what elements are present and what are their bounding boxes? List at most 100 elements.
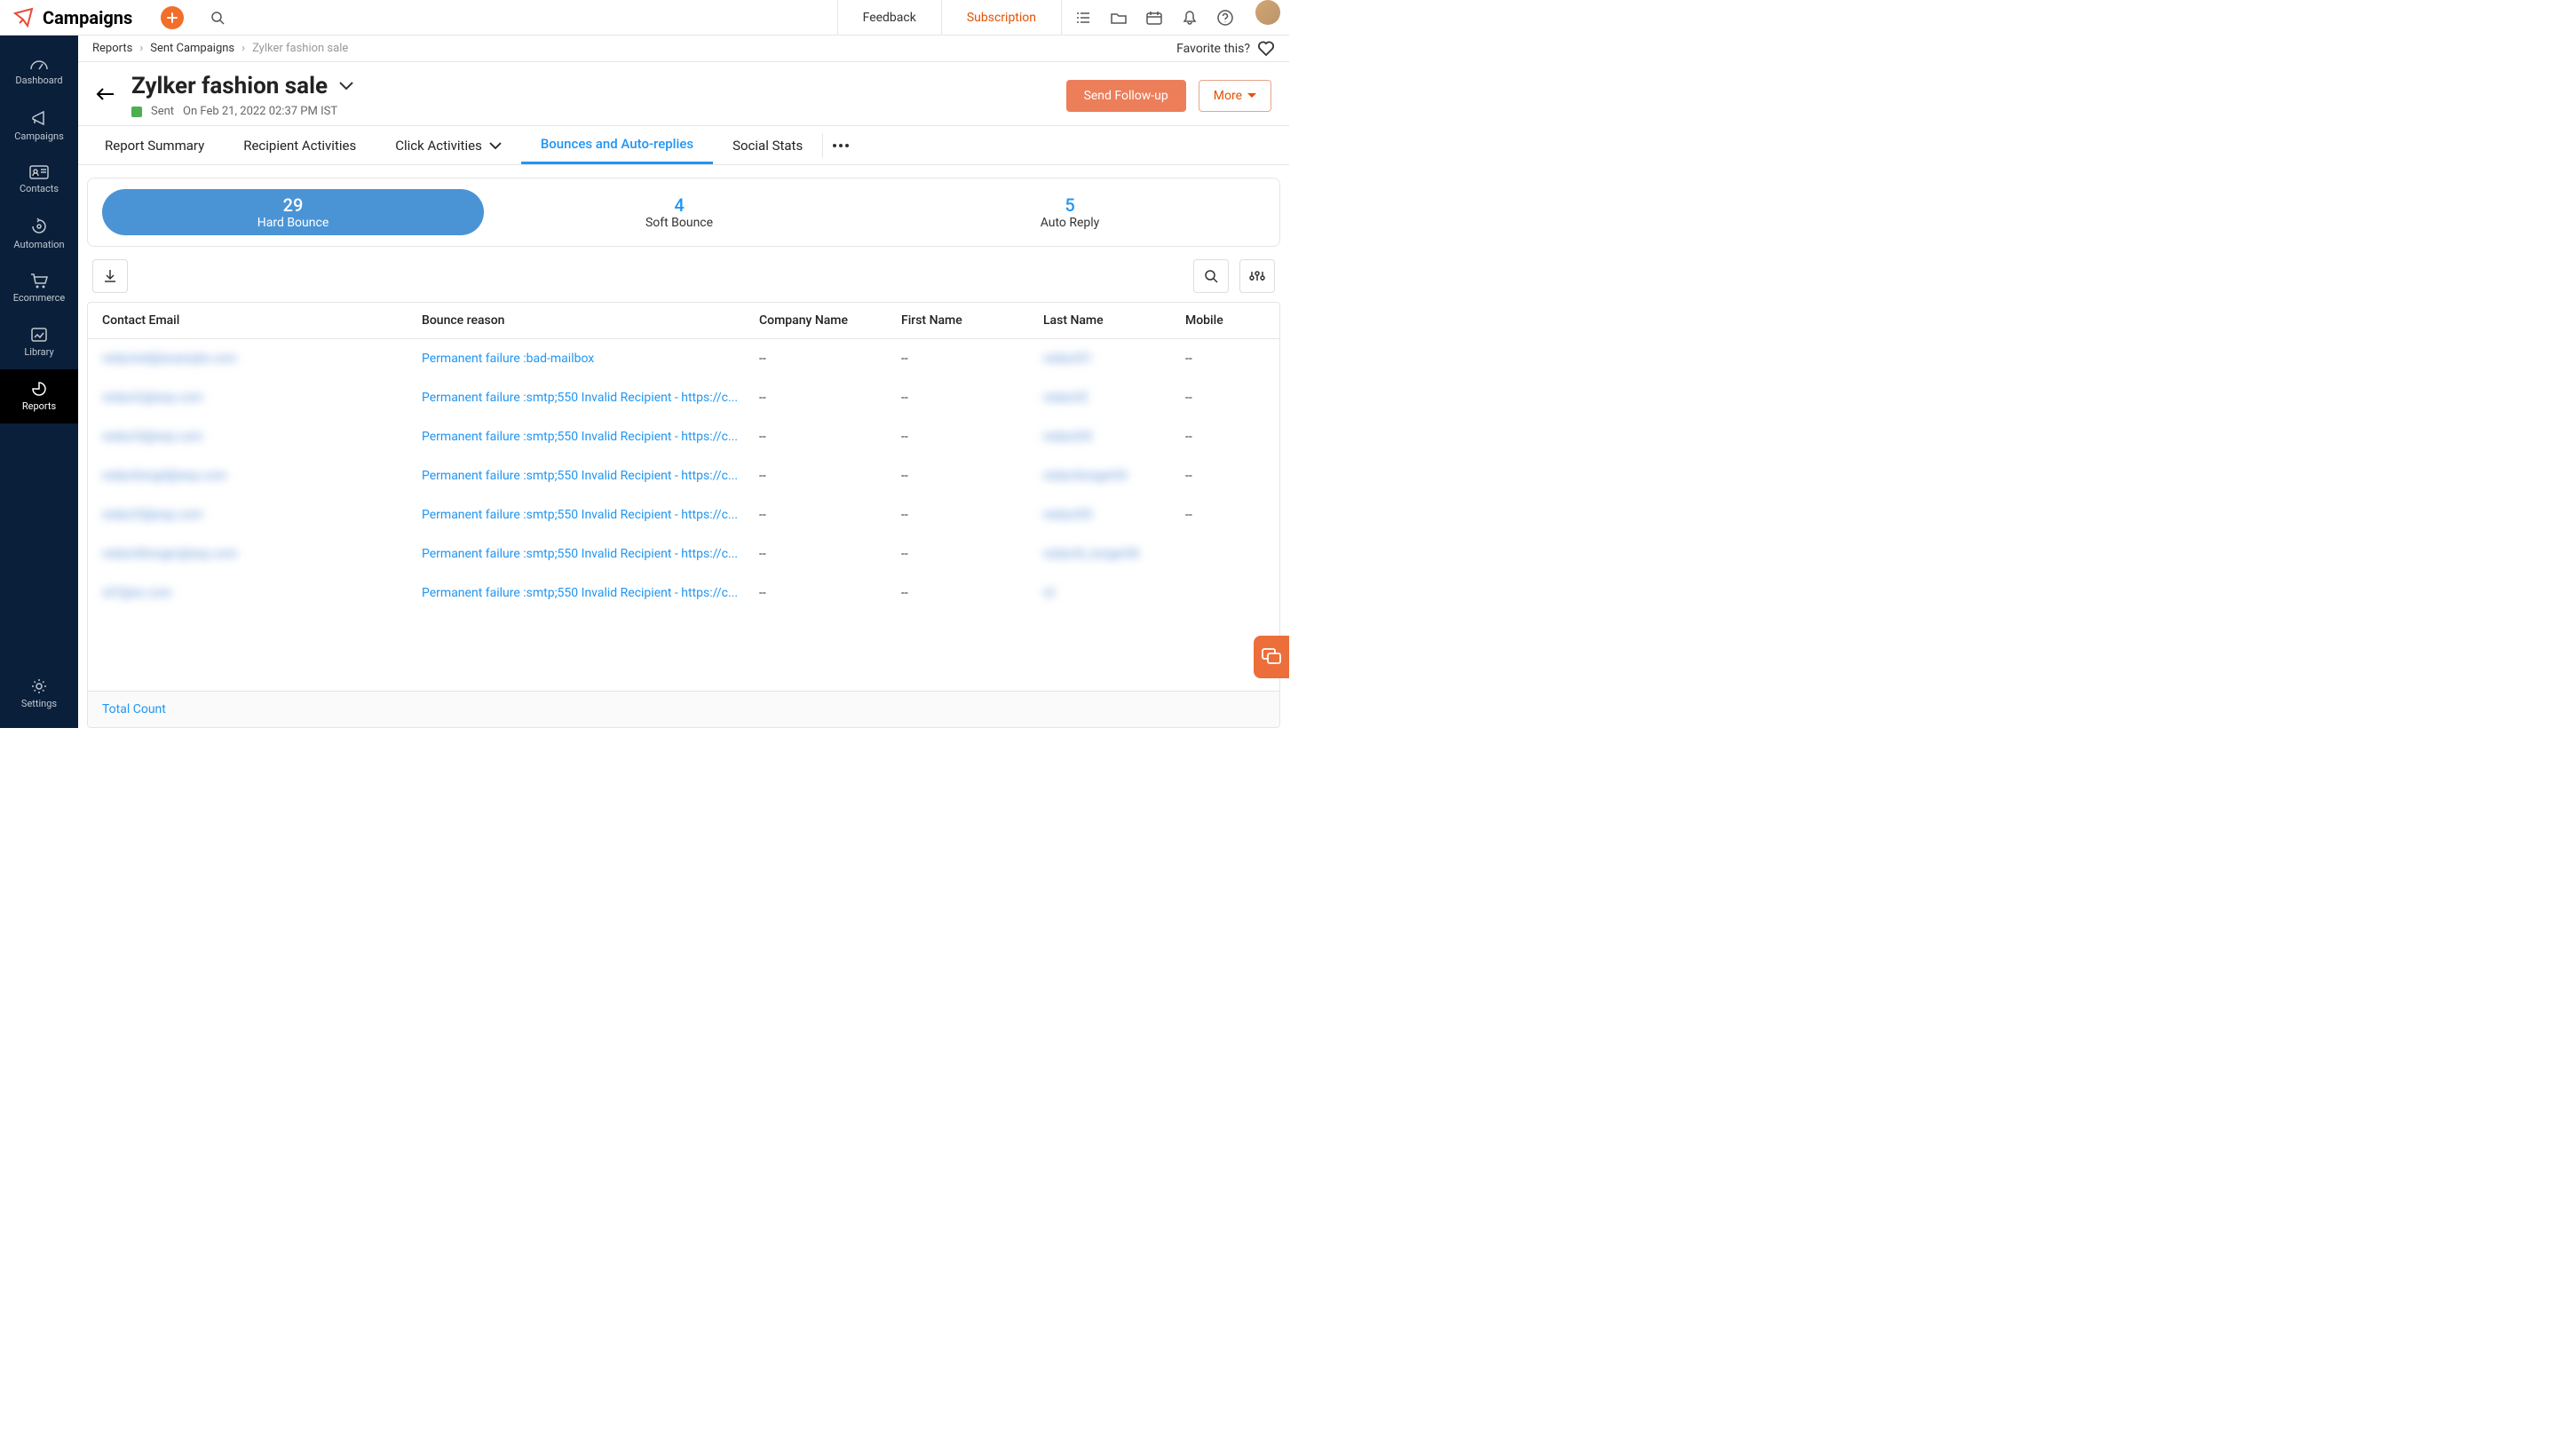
crumb-sent-campaigns[interactable]: Sent Campaigns [150,42,234,55]
send-followup-button[interactable]: Send Follow-up [1066,80,1186,112]
bounce-table: Contact Email Bounce reason Company Name… [87,302,1280,728]
search-icon [210,11,225,25]
sidebar-item-automation[interactable]: Automation [0,207,78,261]
table-row[interactable]: redact2@exp.comPermanent failure :smtp;5… [88,378,1279,417]
sidebar-item-contacts[interactable]: Contacts [0,153,78,207]
tab-click-activities[interactable]: Click Activities [376,126,521,164]
calendar-button[interactable] [1136,0,1172,36]
cell-company: -- [759,430,901,444]
cell-company: -- [759,547,901,561]
sidebar-label: Campaigns [14,131,64,142]
bell-icon [1183,10,1197,26]
table-row[interactable]: redacted@example.comPermanent failure :b… [88,339,1279,378]
tab-social-stats[interactable]: Social Stats [713,126,822,164]
tab-recipient-activities[interactable]: Recipient Activities [224,126,376,164]
cell-email: redact6longer@exp.com [102,547,422,561]
cell-reason[interactable]: Permanent failure :bad-mailbox [422,352,759,366]
sidebar-item-settings[interactable]: Settings [0,667,78,721]
chevron-down-icon[interactable] [338,81,354,91]
filter-button[interactable] [1239,259,1275,293]
main: Reports › Sent Campaigns › Zylker fashio… [78,36,1289,728]
cell-reason[interactable]: Permanent failure :smtp;550 Invalid Reci… [422,508,759,522]
header-actions: Send Follow-up More [1066,80,1271,112]
search-icon [1204,269,1218,283]
download-button[interactable] [92,259,128,293]
table-row[interactable]: redact3@exp.comPermanent failure :smtp;5… [88,417,1279,456]
tab-report-summary[interactable]: Report Summary [85,126,224,164]
add-button[interactable] [161,6,184,29]
help-button[interactable] [1207,0,1243,36]
app-logo[interactable]: Campaigns [12,6,132,29]
topbar: Campaigns Feedback Subscription [0,0,1289,36]
th-last[interactable]: Last Name [1043,313,1185,328]
cell-mobile: -- [1185,391,1256,405]
cell-reason[interactable]: Permanent failure :smtp;550 Invalid Reci… [422,586,759,600]
caret-down-icon [1247,93,1256,99]
download-icon [103,269,117,283]
cell-reason[interactable]: Permanent failure :smtp;550 Invalid Reci… [422,547,759,561]
cell-reason[interactable]: Permanent failure :smtp;550 Invalid Reci… [422,391,759,405]
cell-last: redact01 [1043,352,1185,366]
chat-icon [1262,648,1281,666]
subscription-link[interactable]: Subscription [941,0,1061,35]
more-label: More [1214,89,1242,103]
sidebar-label: Library [24,346,53,358]
cell-company: -- [759,469,901,483]
table-row[interactable]: redact6longer@exp.comPermanent failure :… [88,534,1279,574]
user-avatar[interactable] [1255,0,1280,25]
cell-first: -- [901,391,1043,405]
tab-label: Click Activities [395,138,482,154]
pill-soft-bounce[interactable]: 4 Soft Bounce [484,189,875,235]
table-body[interactable]: redacted@example.comPermanent failure :b… [88,339,1279,691]
sidebar-item-reports[interactable]: Reports [0,369,78,423]
total-count-link[interactable]: Total Count [88,691,1279,727]
th-email[interactable]: Contact Email [102,313,422,328]
sidebar-item-ecommerce[interactable]: Ecommerce [0,261,78,315]
pill-hard-bounce[interactable]: 29 Hard Bounce [102,189,484,235]
table-row[interactable]: rd7@ex.comPermanent failure :smtp;550 In… [88,574,1279,613]
cell-mobile: -- [1185,430,1256,444]
library-icon [30,327,48,343]
tabs: Report Summary Recipient Activities Clic… [78,126,1289,165]
tab-overflow-button[interactable] [822,133,858,158]
arrow-left-icon [96,87,115,101]
cell-company: -- [759,391,901,405]
table-row[interactable]: redactlong4@exp.comPermanent failure :sm… [88,456,1279,495]
sidebar-label: Reports [22,400,56,412]
more-button[interactable]: More [1199,80,1271,112]
table-row[interactable]: redact5@exp.comPermanent failure :smtp;5… [88,495,1279,534]
feedback-link[interactable]: Feedback [837,0,941,35]
th-reason[interactable]: Bounce reason [422,313,759,328]
back-button[interactable] [96,87,115,105]
crumb-reports[interactable]: Reports [92,42,132,55]
sidebar-item-campaigns[interactable]: Campaigns [0,99,78,153]
cell-last: redact03 [1043,430,1185,444]
sidebar-item-dashboard[interactable]: Dashboard [0,44,78,99]
th-first[interactable]: First Name [901,313,1043,328]
sidebar-item-library[interactable]: Library [0,315,78,369]
th-mobile[interactable]: Mobile [1185,313,1256,328]
cell-last: redact05 [1043,508,1185,522]
table-search-button[interactable] [1193,259,1229,293]
status-badge [131,107,142,117]
cell-reason[interactable]: Permanent failure :smtp;550 Invalid Reci… [422,469,759,483]
breadcrumb: Reports › Sent Campaigns › Zylker fashio… [78,36,1289,62]
cell-company: -- [759,508,901,522]
notifications-button[interactable] [1172,0,1207,36]
list-view-button[interactable] [1065,0,1101,36]
sidebar-label: Contacts [20,183,59,194]
favorite-toggle[interactable]: Favorite this? [1176,41,1275,57]
pill-auto-reply[interactable]: 5 Auto Reply [875,189,1265,235]
folder-button[interactable] [1101,0,1136,36]
tab-bounces[interactable]: Bounces and Auto-replies [521,126,713,164]
title-block: Zylker fashion sale Sent On Feb 21, 2022… [131,73,354,118]
search-button[interactable] [202,2,234,34]
cell-email: redactlong4@exp.com [102,469,422,483]
chevron-right-icon: › [241,42,245,55]
cell-reason[interactable]: Permanent failure :smtp;550 Invalid Reci… [422,430,759,444]
cell-first: -- [901,508,1043,522]
crumb-current: Zylker fashion sale [252,42,348,55]
dashboard-icon [29,57,49,71]
th-company[interactable]: Company Name [759,313,901,328]
chat-fab[interactable] [1254,636,1289,678]
